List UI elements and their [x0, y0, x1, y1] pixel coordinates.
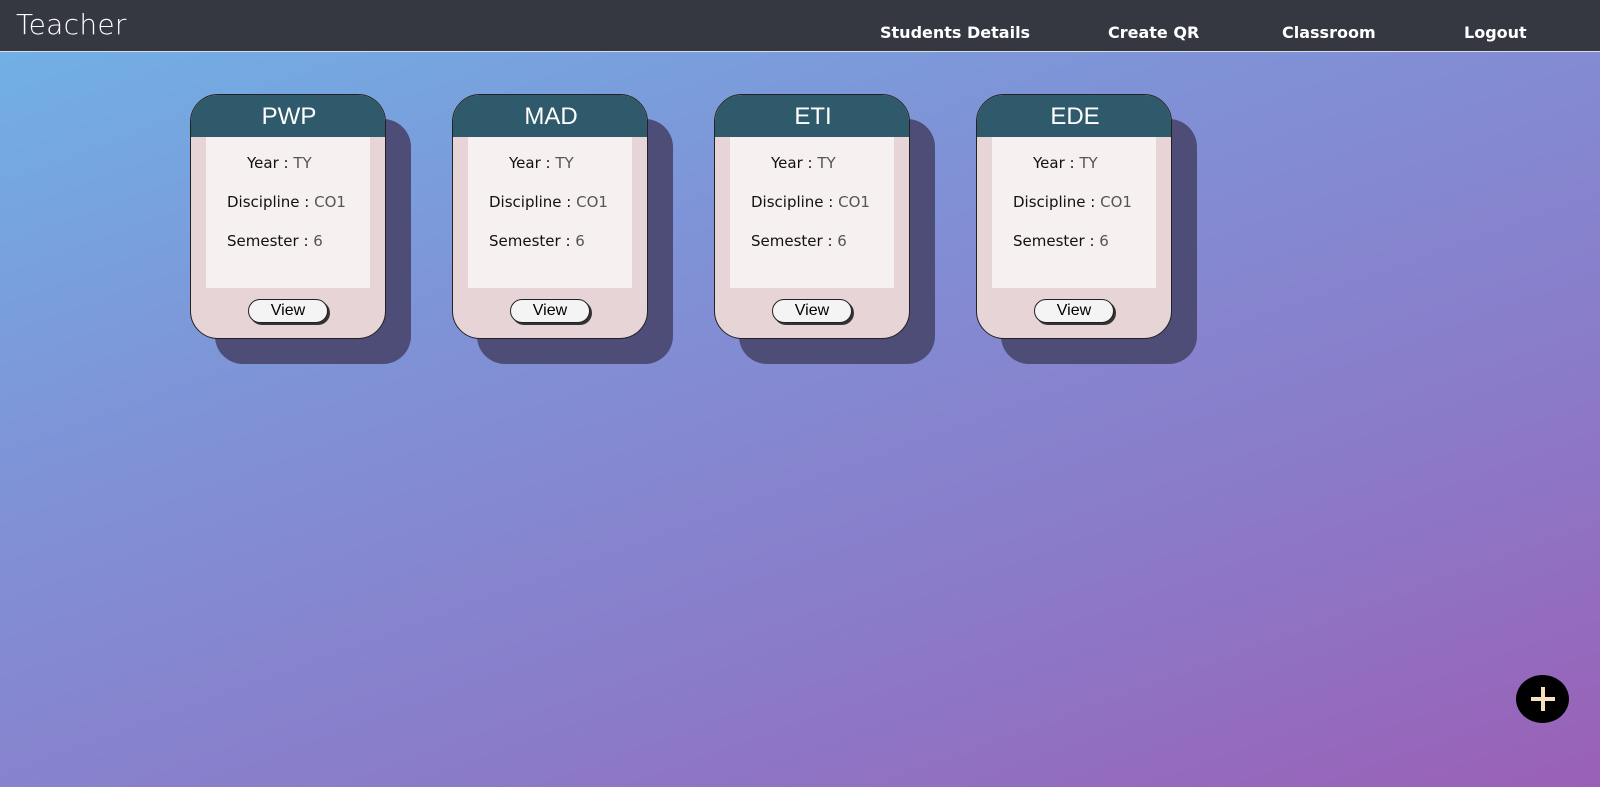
discipline-label: Discipline : — [227, 193, 310, 211]
discipline-label: Discipline : — [1013, 193, 1096, 211]
semester-value: 6 — [1099, 232, 1109, 250]
card-info: Year : TY Discipline : CO1 Semester : 6 — [468, 137, 632, 288]
semester-row: Semester : 6 — [1013, 232, 1109, 250]
discipline-row: Discipline : CO1 — [1013, 193, 1132, 211]
year-value: TY — [293, 154, 312, 172]
year-label: Year : — [771, 154, 813, 172]
view-button[interactable]: View — [772, 299, 852, 323]
discipline-row: Discipline : CO1 — [751, 193, 870, 211]
card-info: Year : TY Discipline : CO1 Semester : 6 — [992, 137, 1156, 288]
semester-row: Semester : 6 — [489, 232, 585, 250]
view-button[interactable]: View — [248, 299, 328, 323]
view-button[interactable]: View — [510, 299, 590, 323]
subject-card-ede: EDE Year : TY Discipline : CO1 Semester … — [976, 94, 1197, 364]
discipline-row: Discipline : CO1 — [227, 193, 346, 211]
year-row: Year : TY — [509, 154, 574, 172]
top-navbar: Teacher Students Details Create QR Class… — [0, 0, 1600, 52]
nav-logout[interactable]: Logout — [1464, 23, 1527, 42]
year-label: Year : — [247, 154, 289, 172]
card-info: Year : TY Discipline : CO1 Semester : 6 — [206, 137, 370, 288]
card-panel: EDE Year : TY Discipline : CO1 Semester … — [976, 94, 1172, 339]
view-button[interactable]: View — [1034, 299, 1114, 323]
card-title: ETI — [715, 95, 909, 137]
discipline-label: Discipline : — [489, 193, 572, 211]
subject-card-mad: MAD Year : TY Discipline : CO1 Semester … — [452, 94, 673, 364]
discipline-value: CO1 — [1100, 193, 1132, 211]
card-info: Year : TY Discipline : CO1 Semester : 6 — [730, 137, 894, 288]
add-class-button[interactable] — [1516, 675, 1569, 723]
semester-label: Semester : — [1013, 232, 1095, 250]
semester-value: 6 — [575, 232, 585, 250]
year-value: TY — [555, 154, 574, 172]
discipline-value: CO1 — [576, 193, 608, 211]
discipline-value: CO1 — [838, 193, 870, 211]
semester-label: Semester : — [751, 232, 833, 250]
year-row: Year : TY — [1033, 154, 1098, 172]
semester-row: Semester : 6 — [227, 232, 323, 250]
card-title: PWP — [191, 95, 385, 137]
discipline-value: CO1 — [314, 193, 346, 211]
semester-value: 6 — [313, 232, 323, 250]
card-title: EDE — [977, 95, 1171, 137]
subject-card-pwp: PWP Year : TY Discipline : CO1 Semester … — [190, 94, 411, 364]
year-row: Year : TY — [771, 154, 836, 172]
nav-classroom[interactable]: Classroom — [1282, 23, 1376, 42]
semester-value: 6 — [837, 232, 847, 250]
year-label: Year : — [1033, 154, 1075, 172]
brand-title: Teacher — [16, 8, 127, 41]
year-label: Year : — [509, 154, 551, 172]
semester-row: Semester : 6 — [751, 232, 847, 250]
subject-card-eti: ETI Year : TY Discipline : CO1 Semester … — [714, 94, 935, 364]
card-panel: PWP Year : TY Discipline : CO1 Semester … — [190, 94, 386, 339]
semester-label: Semester : — [227, 232, 309, 250]
discipline-label: Discipline : — [751, 193, 834, 211]
nav-create-qr[interactable]: Create QR — [1108, 23, 1199, 42]
card-panel: ETI Year : TY Discipline : CO1 Semester … — [714, 94, 910, 339]
discipline-row: Discipline : CO1 — [489, 193, 608, 211]
nav-students-details[interactable]: Students Details — [880, 23, 1030, 42]
year-value: TY — [1079, 154, 1098, 172]
card-title: MAD — [453, 95, 647, 137]
year-value: TY — [817, 154, 836, 172]
card-panel: MAD Year : TY Discipline : CO1 Semester … — [452, 94, 648, 339]
year-row: Year : TY — [247, 154, 312, 172]
semester-label: Semester : — [489, 232, 571, 250]
